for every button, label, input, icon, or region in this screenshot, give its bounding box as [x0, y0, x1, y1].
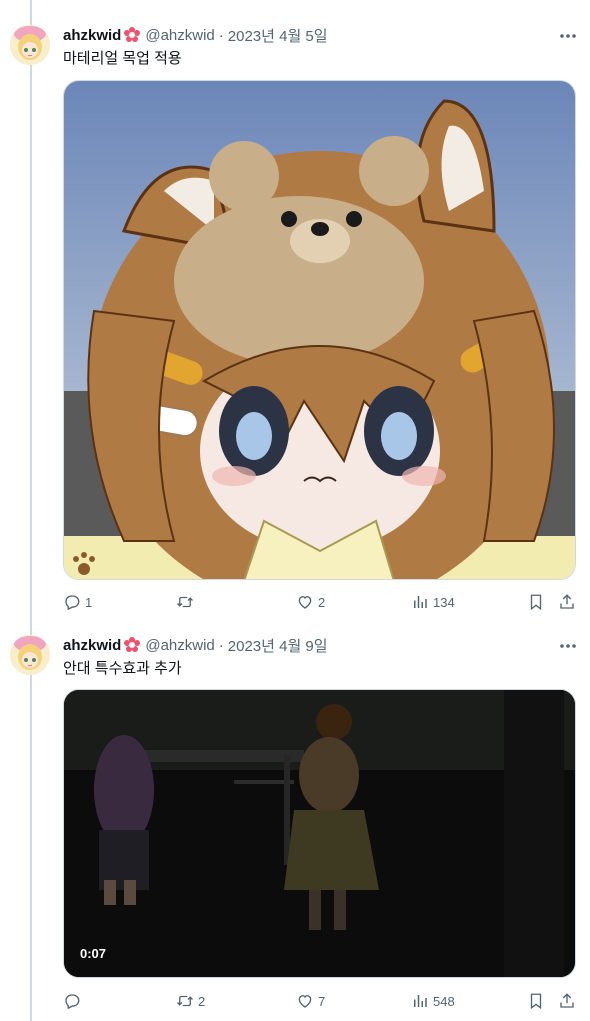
tweet-actions: 2 7 548 [63, 991, 578, 1011]
more-icon[interactable] [558, 638, 578, 654]
separator-dot: · [218, 26, 224, 44]
reply-button[interactable] [63, 991, 85, 1011]
more-icon[interactable] [558, 28, 578, 44]
reply-button[interactable]: 1 [63, 592, 92, 612]
heart-icon [298, 596, 312, 609]
bookmark-button[interactable] [527, 991, 545, 1011]
author-name[interactable]: ahzkwid [63, 637, 121, 654]
views-icon [414, 596, 427, 608]
share-button[interactable] [558, 991, 576, 1011]
author-handle[interactable]: @ahzkwid [145, 637, 214, 654]
views-button[interactable]: 548 [411, 991, 455, 1011]
view-count: 134 [433, 594, 455, 610]
heart-icon [298, 995, 312, 1008]
like-count: 7 [318, 993, 326, 1009]
bookmark-icon [530, 594, 542, 611]
retweet-count: 2 [198, 993, 206, 1009]
flower-badge-icon [123, 26, 141, 44]
tweet-video[interactable]: 0:07 [63, 689, 576, 978]
video-duration: 0:07 [80, 946, 107, 961]
like-button[interactable]: 2 [296, 592, 325, 612]
author-name[interactable]: ahzkwid [63, 27, 121, 44]
bookmark-icon [530, 993, 542, 1010]
tweet-text: 안대 특수효과 추가 [63, 660, 182, 677]
retweet-button[interactable] [176, 592, 198, 612]
tweet-actions: 1 2 134 [63, 592, 578, 612]
separator-dot: · [218, 636, 224, 654]
tweet-image[interactable] [63, 80, 576, 580]
share-icon [560, 993, 574, 1008]
share-icon [560, 594, 574, 609]
reply-icon [65, 595, 80, 611]
tweet-header: ahzkwid @ahzkwid · 2023년 4월 5일 [63, 25, 328, 45]
tweet-date[interactable]: 2023년 4월 9일 [228, 635, 328, 656]
like-count: 2 [318, 594, 326, 610]
avatar[interactable] [10, 25, 50, 65]
views-icon [414, 995, 427, 1007]
reply-icon [65, 994, 80, 1010]
retweet-button[interactable]: 2 [176, 991, 205, 1011]
avatar[interactable] [10, 635, 50, 675]
tweet-header: ahzkwid @ahzkwid · 2023년 4월 9일 [63, 635, 328, 655]
tweet-1[interactable]: ahzkwid @ahzkwid · 2023년 4월 5일 마테리얼 목업 적… [0, 25, 590, 625]
author-handle[interactable]: @ahzkwid [145, 27, 214, 44]
tweet-2[interactable]: ahzkwid @ahzkwid · 2023년 4월 9일 안대 특수효과 추… [0, 635, 590, 1021]
retweet-icon [177, 995, 193, 1007]
tweet-text: 마테리얼 목업 적용 [63, 50, 182, 67]
view-count: 548 [433, 993, 455, 1009]
bookmark-button[interactable] [527, 592, 545, 612]
retweet-icon [177, 596, 193, 608]
views-button[interactable]: 134 [411, 592, 455, 612]
tweet-date[interactable]: 2023년 4월 5일 [228, 25, 328, 46]
flower-badge-icon [123, 636, 141, 654]
share-button[interactable] [558, 592, 576, 612]
reply-count: 1 [85, 594, 93, 610]
like-button[interactable]: 7 [296, 991, 325, 1011]
